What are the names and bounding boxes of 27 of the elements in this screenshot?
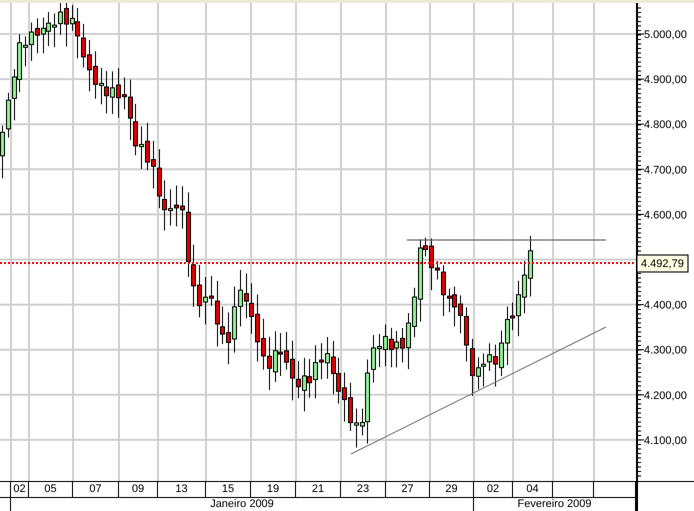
date-label: 19 bbox=[251, 481, 296, 497]
date-label: 02 bbox=[474, 481, 513, 497]
empty-date-cell bbox=[553, 481, 594, 497]
axis-label: 4.200,00 bbox=[644, 390, 687, 402]
date-label: 05 bbox=[29, 481, 73, 497]
date-label: 15 bbox=[206, 481, 251, 497]
axis-label: 4.300,00 bbox=[644, 344, 687, 357]
empty-date-cell bbox=[594, 481, 636, 497]
date-label: 27 bbox=[386, 481, 430, 497]
axis-label: 4.100,00 bbox=[644, 434, 687, 447]
date-label: 02 bbox=[11, 481, 29, 497]
month-label: Fevereiro 2009 bbox=[474, 497, 636, 511]
date-label: 04 bbox=[513, 481, 553, 497]
date-label: 07 bbox=[73, 481, 119, 497]
price-label: 4.492,79 bbox=[636, 254, 688, 272]
date-label: 23 bbox=[341, 481, 386, 497]
date-label: 13 bbox=[158, 481, 206, 497]
axis-label: 4.400,00 bbox=[644, 300, 687, 312]
month-label: Janeiro 2009 bbox=[11, 497, 474, 511]
date-label: 29 bbox=[430, 481, 474, 497]
axis-label: 4.800,00 bbox=[644, 119, 687, 132]
axis-label: 4.600,00 bbox=[644, 209, 687, 222]
date-label: 09 bbox=[119, 481, 158, 497]
axis-label: 4.900,00 bbox=[644, 74, 687, 86]
axis-label: 4.700,00 bbox=[644, 164, 687, 176]
axis-label: 5.000,00 bbox=[644, 29, 687, 41]
date-label: 21 bbox=[296, 481, 341, 497]
